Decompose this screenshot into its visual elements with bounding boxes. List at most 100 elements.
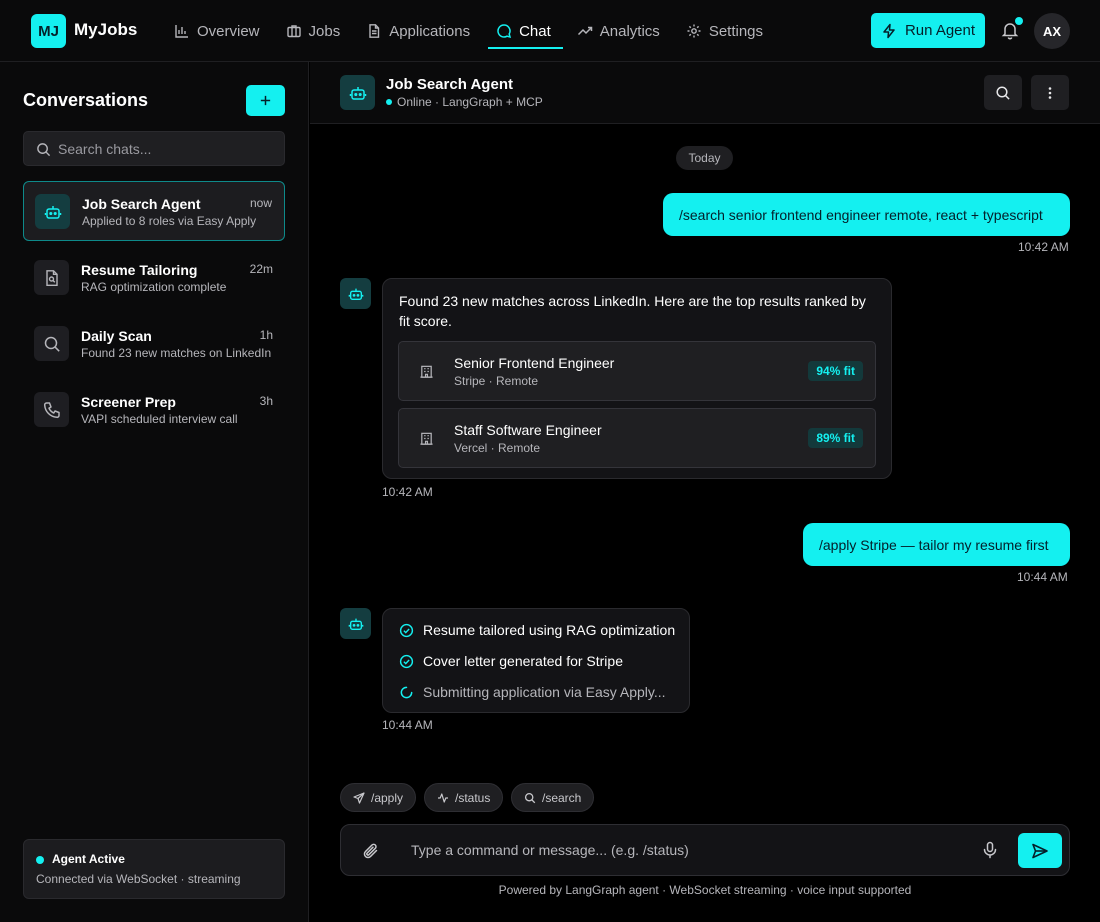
- conversation-item-resume-tailoring[interactable]: Resume Tailoring RAG optimization comple…: [23, 248, 285, 308]
- conversation-preview: Found 23 new matches on LinkedIn: [81, 346, 272, 360]
- agent-progress-message: Resume tailored using RAG optimization C…: [382, 608, 690, 713]
- quick-command-label: /search: [542, 790, 582, 805]
- message-time: 10:42 AM: [1018, 240, 1069, 254]
- nav-label: Jobs: [308, 22, 341, 40]
- paperclip-icon[interactable]: [361, 841, 381, 861]
- quick-command-search[interactable]: /search: [511, 783, 595, 812]
- message-composer: [340, 824, 1070, 876]
- job-company: Vercel · Remote: [454, 441, 541, 455]
- top-navigation-bar: MJ MyJobs Overview Jobs Applications Cha…: [0, 0, 1100, 62]
- nav-label: Applications: [389, 22, 471, 40]
- chat-bubble-icon: [497, 24, 512, 39]
- chat-header: Job Search Agent Online · LangGraph + MC…: [310, 62, 1100, 124]
- conversation-icon: [34, 326, 69, 361]
- conversation-name: Resume Tailoring: [81, 262, 198, 278]
- progress-step: Submitting application via Easy Apply...: [399, 684, 666, 700]
- more-options-button[interactable]: [1031, 75, 1069, 110]
- message-time: 10:42 AM: [382, 485, 433, 499]
- job-result-card[interactable]: Senior Frontend Engineer Stripe · Remote…: [398, 341, 876, 401]
- message-time: 10:44 AM: [1017, 570, 1068, 584]
- document-icon: [369, 24, 380, 38]
- search-icon: [44, 336, 60, 352]
- quick-command-status[interactable]: /status: [424, 783, 504, 812]
- conversation-item-screener-prep[interactable]: Screener Prep VAPI scheduled interview c…: [23, 380, 285, 440]
- send-button[interactable]: [1018, 833, 1062, 868]
- conversation-name: Job Search Agent: [82, 196, 201, 212]
- conversation-time: 1h: [259, 328, 273, 342]
- document-search-icon: [45, 269, 58, 286]
- nav-label: Overview: [197, 22, 260, 40]
- check-circle-icon: [399, 623, 414, 637]
- microphone-icon[interactable]: [981, 841, 999, 859]
- agent-status-title: Agent Active: [52, 852, 125, 866]
- quick-command-label: /status: [455, 790, 491, 805]
- chat-title: Job Search Agent: [386, 76, 513, 93]
- robot-icon: [349, 86, 366, 100]
- progress-step-text: Resume tailored using RAG optimization: [423, 622, 676, 638]
- app-name[interactable]: MyJobs: [74, 20, 137, 40]
- day-divider: Today: [676, 146, 733, 170]
- avatar[interactable]: AX: [1034, 13, 1070, 49]
- logo-badge[interactable]: MJ: [31, 14, 66, 48]
- conversation-item-daily-scan[interactable]: Daily Scan Found 23 new matches on Linke…: [23, 314, 285, 374]
- robot-icon: [44, 205, 61, 219]
- run-agent-label: Run Agent: [904, 22, 976, 39]
- robot-icon: [348, 618, 363, 630]
- chat-search: [23, 131, 285, 166]
- phone-icon: [43, 401, 60, 418]
- nav-applications[interactable]: Applications: [366, 0, 482, 62]
- conversation-preview: VAPI scheduled interview call: [81, 412, 238, 426]
- agent-status-subtitle: Connected via WebSocket · streaming: [36, 872, 241, 886]
- check-circle-icon: [399, 654, 414, 668]
- chat-search-input[interactable]: [58, 132, 278, 165]
- nav-settings[interactable]: Settings: [686, 0, 775, 62]
- job-title: Senior Frontend Engineer: [454, 355, 615, 371]
- conversations-sidebar: Conversations Job Search Agent Applied t…: [0, 62, 309, 922]
- search-icon: [37, 143, 51, 157]
- message-input[interactable]: [411, 825, 971, 875]
- user-message: /search senior frontend engineer remote,…: [663, 193, 1070, 236]
- nav-label: Analytics: [599, 22, 660, 40]
- user-message: /apply Stripe — tailor my resume first: [803, 523, 1070, 566]
- building-icon: [420, 365, 433, 378]
- robot-icon: [348, 288, 363, 300]
- nav-chat[interactable]: Chat: [488, 0, 563, 62]
- notification-dot: [1015, 17, 1023, 25]
- new-chat-button[interactable]: [246, 85, 285, 116]
- nav-overview[interactable]: Overview: [174, 0, 272, 62]
- agent-avatar: [340, 75, 375, 110]
- conversation-item-job-search-agent[interactable]: Job Search Agent Applied to 8 roles via …: [23, 181, 285, 241]
- job-result-card[interactable]: Staff Software Engineer Vercel · Remote …: [398, 408, 876, 468]
- fit-score-badge: 89% fit: [808, 428, 863, 448]
- chat-search-button[interactable]: [984, 75, 1022, 110]
- job-title: Staff Software Engineer: [454, 422, 602, 438]
- gear-icon: [687, 24, 701, 38]
- nav-analytics[interactable]: Analytics: [577, 0, 672, 62]
- search-icon: [524, 792, 536, 803]
- send-icon: [1032, 843, 1048, 858]
- chat-status-text: Online · LangGraph + MCP: [397, 95, 543, 109]
- quick-command-apply[interactable]: /apply: [340, 783, 417, 812]
- conversation-name: Screener Prep: [81, 394, 176, 410]
- building-icon: [420, 432, 433, 445]
- progress-step-text: Cover letter generated for Stripe: [423, 653, 623, 669]
- conversation-preview: RAG optimization complete: [81, 280, 227, 294]
- conversation-time: 3h: [259, 394, 273, 408]
- progress-step-text: Submitting application via Easy Apply...: [423, 684, 666, 700]
- chat-status: Online · LangGraph + MCP: [386, 95, 543, 109]
- progress-step: Cover letter generated for Stripe: [399, 653, 623, 669]
- online-dot: [386, 99, 392, 105]
- nav-label: Chat: [519, 22, 551, 40]
- fit-score-badge: 94% fit: [808, 361, 863, 381]
- activity-icon: [438, 792, 448, 803]
- loading-spinner-icon: [400, 686, 413, 698]
- briefcase-icon: [286, 25, 301, 38]
- agent-message: Found 23 new matches across LinkedIn. He…: [382, 278, 892, 479]
- sidebar-title: Conversations: [23, 90, 149, 110]
- bar-chart-icon: [175, 25, 188, 38]
- nav-label: Settings: [708, 22, 764, 40]
- run-agent-button[interactable]: Run Agent: [871, 13, 985, 48]
- search-icon: [996, 85, 1010, 100]
- nav-jobs[interactable]: Jobs: [286, 0, 353, 62]
- more-vertical-icon: [1048, 86, 1052, 99]
